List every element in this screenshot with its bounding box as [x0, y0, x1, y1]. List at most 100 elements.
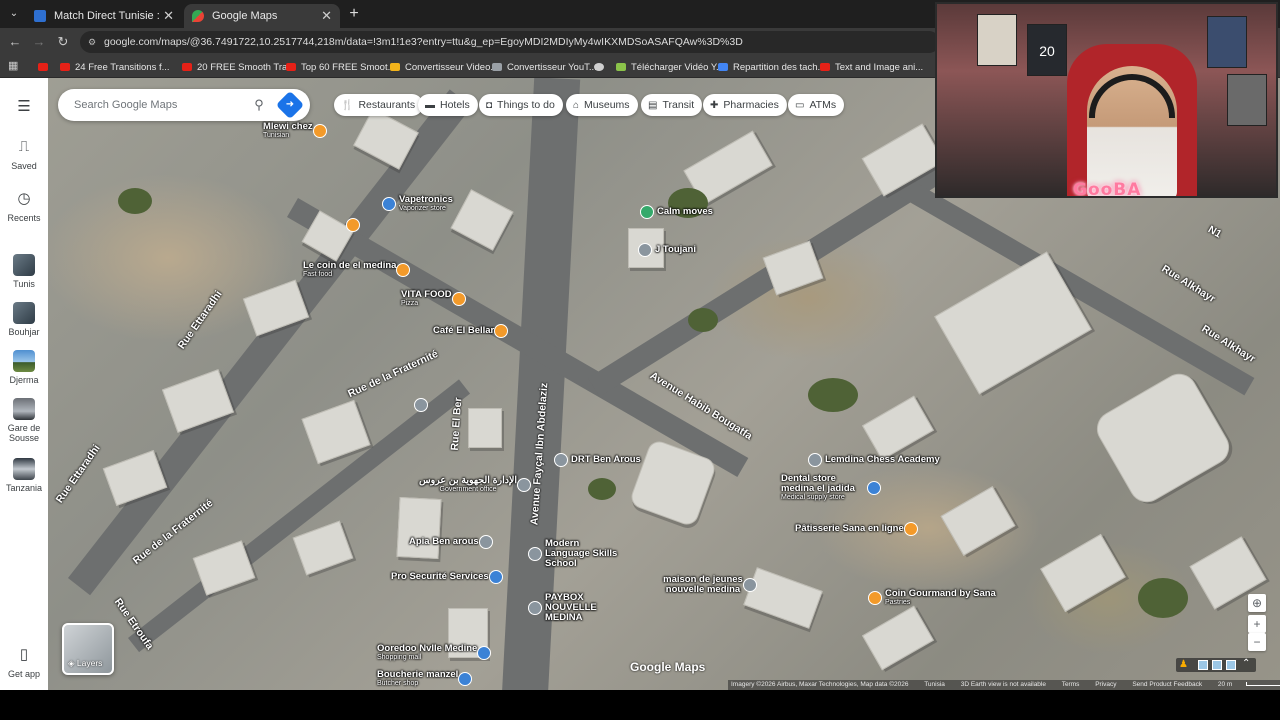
poi-marker[interactable]: Mlewi chez Tunisian — [260, 122, 327, 139]
url-field[interactable]: ⚙ google.com/maps/@36.7491722,10.2517744… — [80, 31, 940, 53]
poi-marker[interactable]: الإدارة الجهوية بن عروس Government office — [416, 476, 532, 493]
directions-button[interactable]: ➜ — [275, 90, 305, 120]
poi-marker[interactable]: DRT Ben Arous — [554, 453, 641, 467]
imagery-strip[interactable]: ♟ ⌃ — [1176, 658, 1256, 672]
zoom-in-button[interactable]: + — [1248, 615, 1266, 633]
poi-marker[interactable]: Dental store medina el jadida Medical sup… — [778, 474, 881, 501]
tab-search-chevron-icon[interactable]: ⌄ — [6, 6, 22, 22]
streamer-tag: GooBA — [1073, 180, 1142, 198]
chip-label: Things to do — [497, 99, 555, 111]
privacy-link[interactable]: Privacy — [1095, 681, 1116, 688]
sidebar-item-recents[interactable]: ◷ Recents — [0, 188, 48, 223]
site-info-icon[interactable]: ⚙ — [88, 31, 96, 53]
bookmark-item[interactable]: 20 FREE Smooth Tra... — [182, 59, 295, 75]
poi-marker[interactable]: Lemdina Chess Academy — [808, 453, 940, 467]
poi-category: Pizza — [401, 299, 419, 307]
shop-pin-icon — [477, 645, 492, 660]
poi-marker[interactable]: Apia Ben arous — [406, 535, 493, 549]
bookmark-item[interactable]: Top 60 FREE Smoot... — [286, 59, 396, 75]
forward-arrow-icon[interactable]: → — [30, 33, 48, 51]
poi-marker[interactable]: Pro Securité Services — [388, 570, 503, 584]
sidebar-item-bouhjar[interactable]: Bouhjar — [0, 302, 48, 337]
bookmark-item[interactable]: Convertisseur Video... — [390, 59, 498, 75]
poi-marker[interactable] — [414, 398, 428, 412]
government-pin-icon — [554, 453, 568, 467]
poi-marker[interactable]: VITA FOOD Pizza — [398, 290, 466, 307]
train-icon: ▤ — [648, 99, 658, 111]
poi-marker[interactable]: maison de jeunes nouvelle medina — [660, 575, 757, 595]
poi-marker[interactable]: Calm moves — [640, 205, 713, 219]
chip-label: Restaurants — [358, 99, 416, 111]
street-view-thumb[interactable] — [1198, 660, 1208, 670]
attribution-text: Imagery ©2026 Airbus, Maxar Technologies… — [731, 681, 909, 688]
bookmark-item[interactable]: Text and Image ani... — [820, 59, 923, 75]
poi-label: Apia Ben arous — [409, 537, 479, 547]
sidebar-item-saved[interactable]: ⎍ Saved — [0, 136, 48, 171]
jersey: 20 — [1027, 24, 1067, 76]
place-pin-icon — [743, 577, 757, 592]
terms-link[interactable]: Terms — [1062, 681, 1080, 688]
building — [1090, 367, 1236, 509]
bookmark-item[interactable]: Repartition des tach... — [718, 59, 825, 75]
my-location-button[interactable]: ⊕ — [1248, 594, 1266, 612]
reload-icon[interactable]: ↻ — [54, 33, 72, 51]
poi-marker[interactable]: Vapetronics Vaporizer store — [382, 195, 453, 212]
sidebar-item-djerma[interactable]: Djerma — [0, 350, 48, 385]
search-icon[interactable]: ⚲ — [250, 96, 268, 114]
poi-name: Boucherie manzel — [377, 669, 459, 680]
poi-marker[interactable]: Boucherie manzel Butcher shop — [374, 669, 473, 687]
wall-poster — [1207, 16, 1247, 68]
poi-marker[interactable]: Ooredoo Nvlle Medine Shopping mall — [374, 644, 492, 661]
poi-name: Apia Ben arous — [409, 536, 479, 548]
bookmark-item[interactable]: 24 Free Transitions f... — [60, 59, 170, 75]
bookmark-item[interactable] — [594, 59, 609, 75]
close-tab-icon[interactable]: ✕ — [321, 8, 332, 24]
government-pin-icon — [517, 477, 532, 492]
street-view-thumb[interactable] — [1212, 660, 1222, 670]
sidebar-item-label: Tunis — [13, 279, 35, 289]
street-view-thumb[interactable] — [1226, 660, 1236, 670]
chip-things-to-do[interactable]: ◘ Things to do — [479, 94, 563, 116]
close-tab-icon[interactable]: ✕ — [163, 8, 174, 24]
poi-marker[interactable]: Pâtisserie Sana en ligne — [792, 522, 918, 536]
shop-pin-icon — [867, 480, 881, 495]
chip-restaurants[interactable]: 🍴 Restaurants — [334, 94, 424, 116]
poi-name: Café El Bellar — [433, 325, 495, 337]
poi-marker[interactable]: PAYBOX NOUVELLE MEDINA — [528, 593, 635, 623]
expand-icon[interactable]: ⌃ — [1242, 658, 1250, 669]
tab-google-maps[interactable]: Google Maps ✕ — [184, 4, 340, 28]
history-icon: ◷ — [17, 190, 31, 207]
poi-marker[interactable]: Coin Gourmand by Sana Pastries — [868, 589, 996, 606]
chip-label: Hotels — [440, 99, 470, 111]
sidebar-item-tanzania[interactable]: Tanzania — [0, 458, 48, 493]
poi-marker[interactable]: J Toujani — [638, 243, 696, 257]
get-app-button[interactable]: ▯ Get app — [0, 644, 48, 679]
bookmark-item[interactable]: Télécharger Vidéo Y... — [616, 59, 724, 75]
zoom-out-button[interactable]: − — [1248, 633, 1266, 651]
sidebar-item-gare-de-sousse[interactable]: Gare de Sousse — [0, 398, 48, 444]
atm-icon: ▭ — [795, 99, 805, 111]
chip-pharmacies[interactable]: ✚ Pharmacies — [703, 94, 787, 116]
scale-label[interactable]: 20 m — [1218, 681, 1232, 688]
poi-marker[interactable]: Modern Language Skills School — [528, 539, 625, 569]
chip-hotels[interactable]: ▬ Hotels — [418, 94, 478, 116]
poi-marker[interactable]: Café El Bellar — [430, 324, 509, 338]
poi-marker[interactable] — [346, 218, 360, 232]
country-link[interactable]: Tunisia — [924, 681, 945, 688]
apps-grid-icon[interactable]: ▦ — [8, 60, 20, 72]
pegman-icon[interactable]: ♟ — [1179, 659, 1188, 670]
back-arrow-icon[interactable]: ← — [6, 33, 24, 51]
chip-transit[interactable]: ▤ Transit — [641, 94, 703, 116]
poi-marker[interactable]: Le coin de el medina Fast food — [300, 261, 411, 278]
chip-atms[interactable]: ▭ ATMs — [788, 94, 845, 116]
new-tab-button[interactable]: + — [344, 4, 364, 24]
tab-match-direct[interactable]: Match Direct Tunisie : Scores et ✕ — [26, 4, 182, 28]
bookmark-item[interactable]: Convertisseur YouT... — [492, 59, 597, 75]
feedback-link[interactable]: Send Product Feedback — [1132, 681, 1202, 688]
layers-button[interactable]: ◈ Layers — [62, 623, 114, 675]
sidebar-item-tunis[interactable]: Tunis — [0, 254, 48, 289]
menu-button[interactable]: ☰ — [0, 96, 48, 121]
bookmark-youtube[interactable] — [38, 59, 53, 75]
search-input[interactable] — [72, 95, 242, 115]
chip-museums[interactable]: ⌂ Museums — [566, 94, 638, 116]
